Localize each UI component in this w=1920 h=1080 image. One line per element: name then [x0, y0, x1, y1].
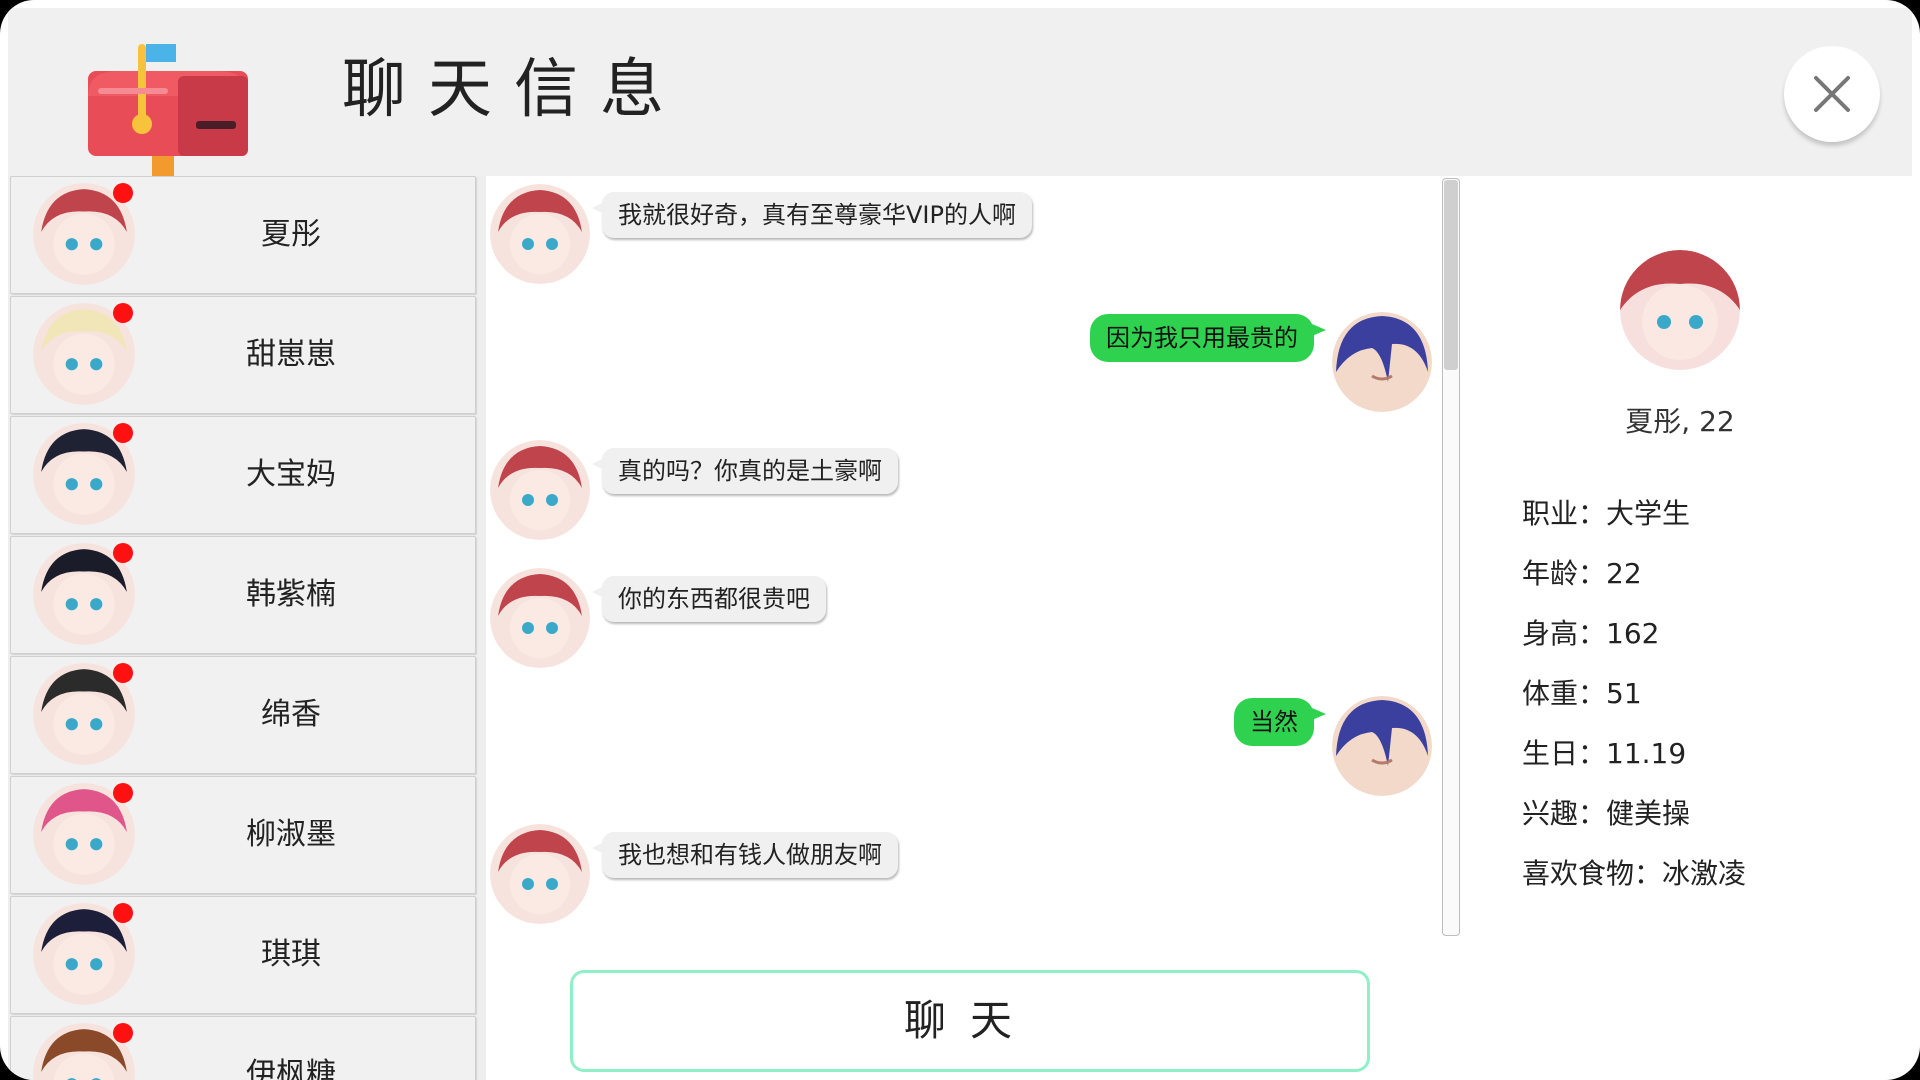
profile-field-label: 身高： — [1522, 617, 1607, 650]
contact-avatar — [33, 783, 135, 885]
sender-avatar — [490, 824, 590, 924]
contact-item[interactable]: 绵香 — [10, 656, 476, 774]
unread-dot — [113, 783, 133, 803]
chat-scrollbar[interactable] — [1442, 178, 1460, 936]
contact-item[interactable]: 大宝妈 — [10, 416, 476, 534]
profile-field-label: 职业： — [1522, 497, 1607, 530]
mailbox-icon — [88, 44, 248, 176]
contact-name: 琪琪 — [261, 937, 321, 972]
profile-field-value: 健美操 — [1606, 797, 1691, 830]
unread-dot — [113, 663, 133, 683]
contact-name: 伊枫糖 — [246, 1057, 336, 1080]
contact-item[interactable]: 甜崽崽 — [10, 296, 476, 414]
contact-avatar — [33, 303, 135, 405]
contact-item[interactable]: 琪琪 — [10, 896, 476, 1014]
contact-item[interactable]: 韩紫楠 — [10, 536, 476, 654]
unread-dot — [113, 1023, 133, 1043]
incoming-message: 你的东西都很贵吧 — [592, 576, 826, 622]
sender-avatar — [490, 440, 590, 540]
unread-dot — [113, 543, 133, 563]
profile-field-label: 年龄： — [1522, 557, 1607, 590]
profile-field: 体重：51 — [1522, 672, 1642, 712]
contact-name: 韩紫楠 — [246, 577, 336, 612]
contact-list[interactable]: 夏彤甜崽崽大宝妈韩紫楠绵香柳淑墨琪琪伊枫糖 — [8, 176, 486, 1080]
profile-field-value: 51 — [1606, 677, 1642, 710]
profile-avatar — [1620, 250, 1740, 370]
scrollbar-thumb[interactable] — [1444, 180, 1458, 370]
outgoing-message: 当然 — [1234, 698, 1326, 746]
contact-name: 大宝妈 — [246, 457, 336, 492]
profile-name: 夏彤, 22 — [1625, 405, 1735, 438]
contact-item[interactable]: 夏彤 — [10, 176, 476, 294]
profile-field-label: 体重： — [1522, 677, 1607, 710]
contact-avatar — [33, 423, 135, 525]
incoming-message: 真的吗？你真的是土豪啊 — [592, 448, 898, 494]
contact-avatar — [33, 663, 135, 765]
incoming-message: 我就很好奇，真有至尊豪华VIP的人啊 — [592, 192, 1032, 238]
profile-field-value: 大学生 — [1606, 497, 1691, 530]
contact-avatar — [33, 183, 135, 285]
profile-field-value: 162 — [1606, 617, 1660, 650]
page-title: 聊天信息 — [342, 53, 686, 127]
sender-avatar — [490, 568, 590, 668]
contact-item[interactable]: 柳淑墨 — [10, 776, 476, 894]
contact-name: 绵香 — [261, 697, 321, 732]
contact-name: 甜崽崽 — [246, 337, 336, 372]
close-button[interactable] — [1784, 46, 1880, 142]
profile-field: 喜欢食物：冰激凌 — [1522, 852, 1746, 892]
contact-item[interactable]: 伊枫糖 — [10, 1016, 476, 1080]
user-avatar — [1332, 696, 1432, 796]
sender-avatar — [490, 184, 590, 284]
header-bar: 聊天信息 — [8, 8, 1912, 176]
profile-field-value: 11.19 — [1606, 737, 1687, 770]
user-avatar — [1332, 312, 1432, 412]
unread-dot — [113, 903, 133, 923]
close-icon — [1814, 76, 1850, 112]
contact-avatar — [33, 903, 135, 1005]
unread-dot — [113, 183, 133, 203]
contact-avatar — [33, 543, 135, 645]
profile-field-value: 22 — [1606, 557, 1642, 590]
contact-name: 柳淑墨 — [246, 817, 336, 852]
profile-field-label: 兴趣： — [1522, 797, 1607, 830]
app-window: 聊天信息 夏彤甜崽崽大宝妈韩紫楠绵香柳淑墨琪琪伊枫糖 我就很好奇，真有至尊豪华V… — [0, 0, 1920, 1080]
profile-field: 年龄：22 — [1522, 552, 1642, 592]
profile-field: 身高：162 — [1522, 612, 1659, 652]
profile-field: 职业：大学生 — [1522, 492, 1690, 532]
chat-button[interactable]: 聊天 — [570, 970, 1370, 1072]
incoming-message: 我也想和有钱人做朋友啊 — [592, 832, 898, 878]
profile-field: 生日：11.19 — [1522, 732, 1686, 772]
contact-name: 夏彤 — [261, 217, 321, 252]
unread-dot — [113, 303, 133, 323]
unread-dot — [113, 423, 133, 443]
contact-avatar — [33, 1023, 135, 1080]
profile-field-label: 喜欢食物： — [1522, 857, 1663, 890]
chat-panel[interactable]: 我就很好奇，真有至尊豪华VIP的人啊因为我只用最贵的真的吗？你真的是土豪啊 你的东… — [486, 176, 1444, 936]
profile-field: 兴趣：健美操 — [1522, 792, 1690, 832]
profile-field-label: 生日： — [1522, 737, 1607, 770]
profile-field-value: 冰激凌 — [1662, 857, 1747, 890]
outgoing-message: 因为我只用最贵的 — [1090, 314, 1326, 362]
